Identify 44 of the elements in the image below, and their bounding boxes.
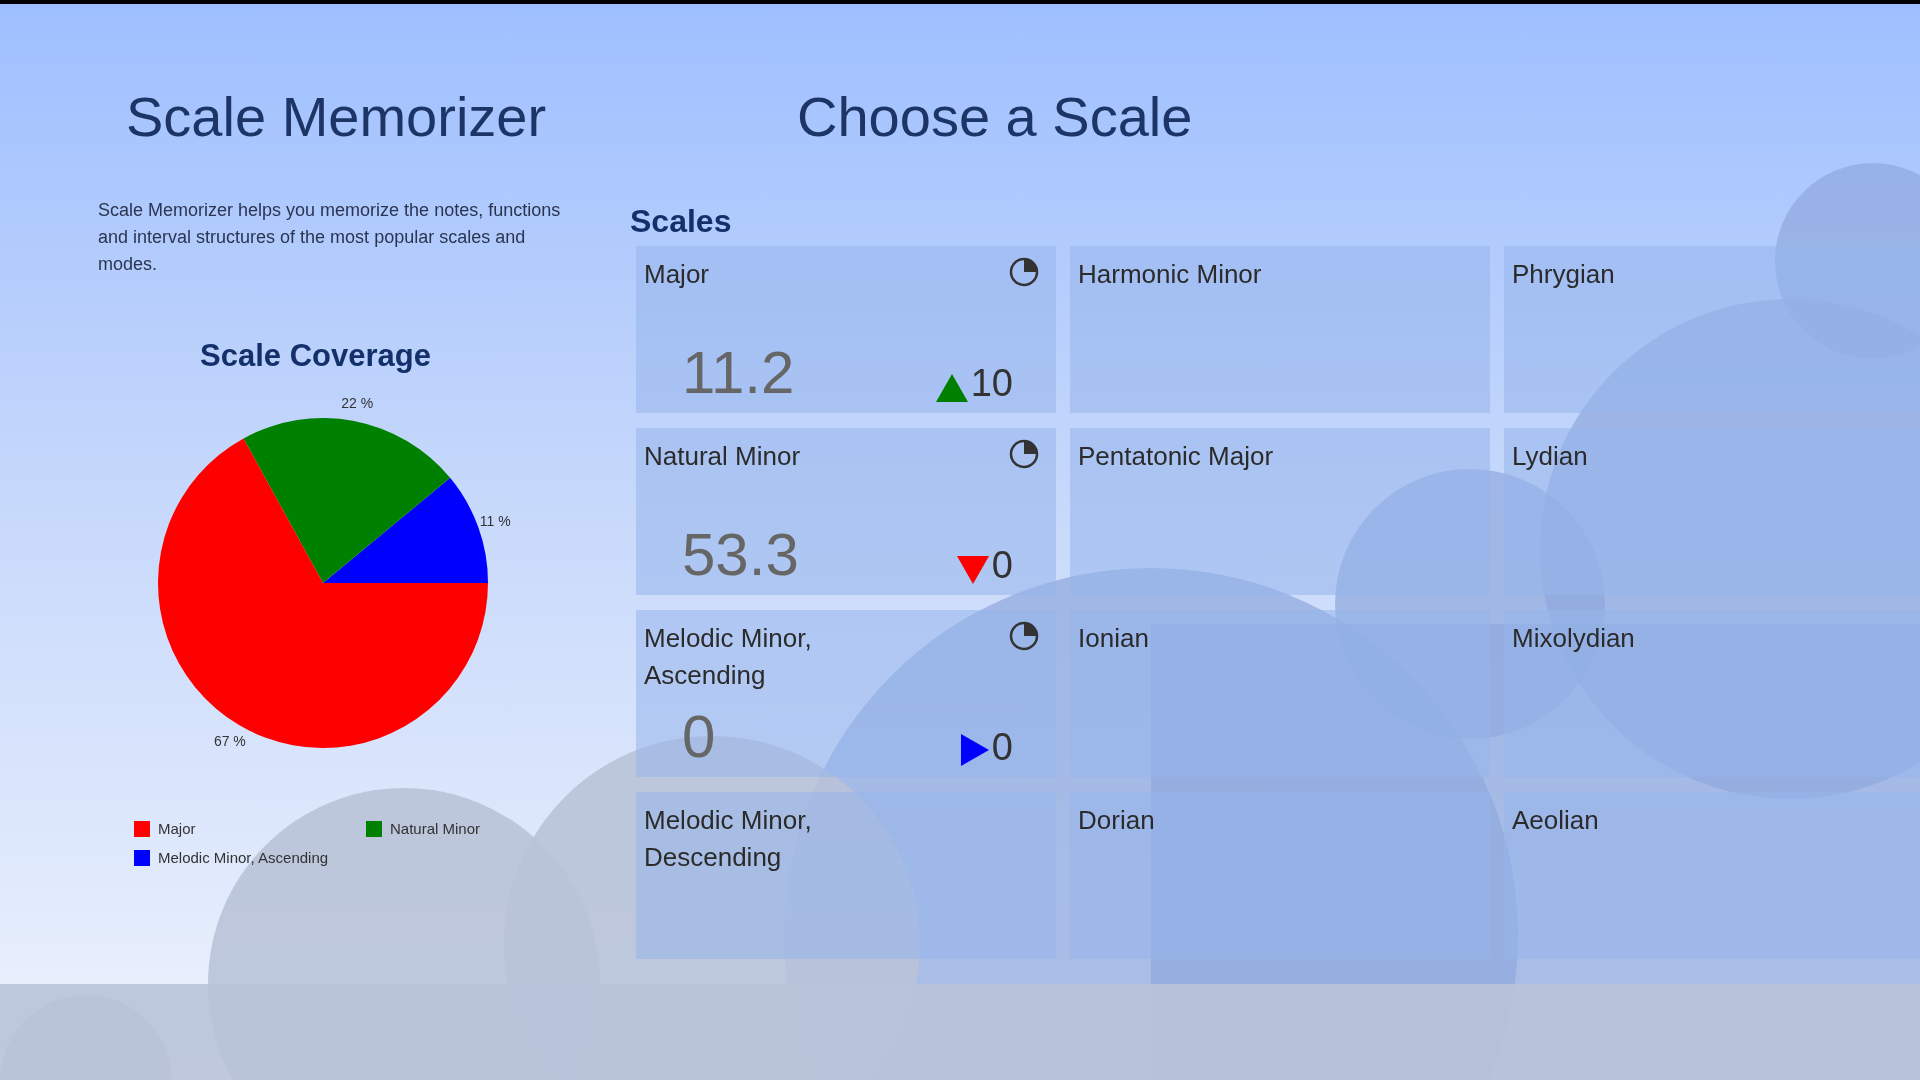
scale-tile[interactable]: Harmonic Minor [1070,246,1490,413]
scale-name: Natural Minor [644,440,801,473]
section-heading: Scales [630,203,733,240]
scale-tile[interactable]: Phrygian [1504,246,1920,413]
score-change: 0 [991,727,1013,767]
scale-name: Melodic Minor, Descending [644,804,813,874]
scale-score: 53.3 [682,525,799,585]
scale-name: Mixolydian [1512,622,1635,655]
pie-chart-icon [1008,438,1040,470]
legend-label: Melodic Minor, Ascending [158,849,329,866]
legend-label: Natural Minor [390,820,481,837]
scale-tile[interactable]: Dorian [1070,792,1490,959]
scale-tile[interactable]: Major 11.2 10 [636,246,1056,413]
legend-label: Major [158,820,196,837]
scale-tile[interactable]: Natural Minor 53.3 0 [636,428,1056,595]
scale-tile[interactable]: Melodic Minor, Ascending 0 0 [636,610,1056,777]
scale-tile[interactable]: Ionian [1070,610,1490,777]
scale-name: Ionian [1078,622,1149,655]
score-change: 0 [991,545,1013,585]
scale-name: Melodic Minor, Ascending [644,622,813,692]
scale-score: 11.2 [682,343,795,403]
pie-chart-icon [1008,256,1040,288]
scale-tile[interactable]: Mixolydian [1504,610,1920,777]
slice-label: 11 % [479,513,511,529]
chart-title: Scale Coverage [199,338,432,374]
scale-score: 0 [682,707,716,767]
scale-name: Pentatonic Major [1078,440,1274,473]
scale-name: Major [644,258,709,291]
scale-tile[interactable]: Melodic Minor, Descending [636,792,1056,959]
scale-name: Lydian [1512,440,1588,473]
scale-tile[interactable]: Lydian [1504,428,1920,595]
slice-label: 22 % [341,395,374,412]
app-description: Scale Memorizer helps you memorize the notes, functions and interval structures of the most popular scales and modes. [98,199,562,276]
scale-name: Dorian [1078,804,1155,837]
page-title: Choose a Scale [797,84,1194,149]
app-title: Scale Memorizer [126,84,548,149]
scale-name: Phrygian [1512,258,1615,291]
scale-tile[interactable]: Pentatonic Major [1070,428,1490,595]
scale-name: Harmonic Minor [1078,258,1262,291]
slice-label: 67 % [213,732,246,749]
score-change: 10 [970,363,1013,403]
pie-chart-icon [1008,620,1040,652]
scale-name: Aeolian [1512,804,1599,837]
scale-tile[interactable]: Aeolian [1504,792,1920,959]
